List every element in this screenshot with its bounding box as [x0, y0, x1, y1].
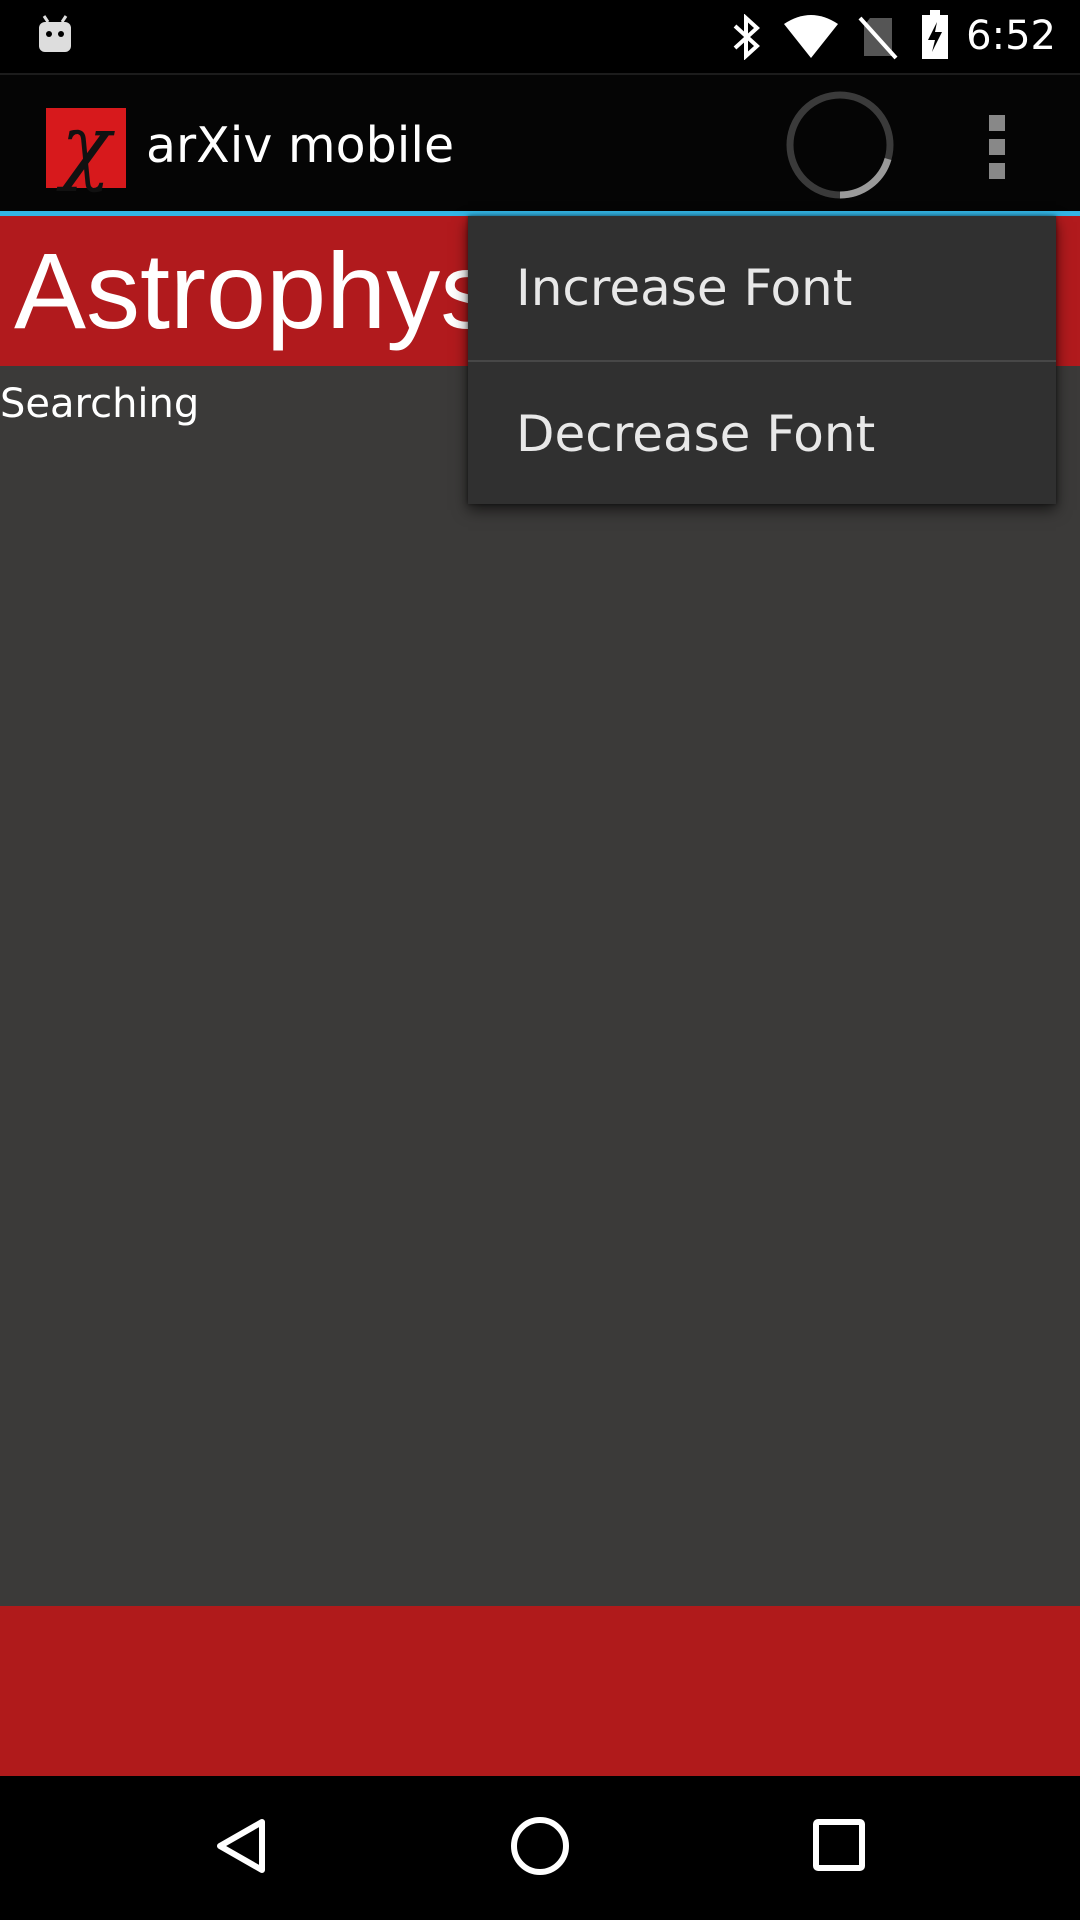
no-sim-icon — [858, 16, 898, 60]
overflow-popup-menu: Increase Font Decrease Font — [468, 216, 1056, 504]
overflow-dot-icon — [989, 115, 1005, 131]
home-icon[interactable] — [490, 1796, 590, 1896]
app-title: arXiv mobile — [146, 117, 455, 174]
bottom-banner — [0, 1606, 1080, 1776]
wifi-icon — [784, 15, 838, 58]
overflow-menu-button[interactable] — [984, 111, 1010, 183]
app-logo-glyph: χ — [61, 99, 111, 194]
menu-item-decrease-font[interactable]: Decrease Font — [468, 362, 1056, 506]
search-status-text: Searching — [0, 381, 200, 427]
menu-item-increase-font[interactable]: Increase Font — [468, 216, 1056, 360]
loading-spinner-icon — [786, 91, 894, 199]
bluetooth-icon — [733, 14, 760, 60]
android-notification-icon — [39, 15, 71, 52]
back-icon[interactable] — [190, 1796, 290, 1896]
navigation-bar — [0, 1776, 1080, 1920]
action-bar: χ arXiv mobile — [0, 73, 1080, 216]
battery-charging-icon — [922, 10, 948, 59]
overflow-dot-icon — [989, 139, 1005, 155]
status-bar: 6:52 — [0, 0, 1080, 73]
menu-item-label: Decrease Font — [516, 405, 876, 463]
status-time: 6:52 — [966, 13, 1056, 59]
recents-icon[interactable] — [790, 1796, 890, 1896]
menu-item-label: Increase Font — [516, 259, 853, 317]
overflow-dot-icon — [989, 163, 1005, 179]
app-logo-icon[interactable]: χ — [46, 102, 126, 192]
